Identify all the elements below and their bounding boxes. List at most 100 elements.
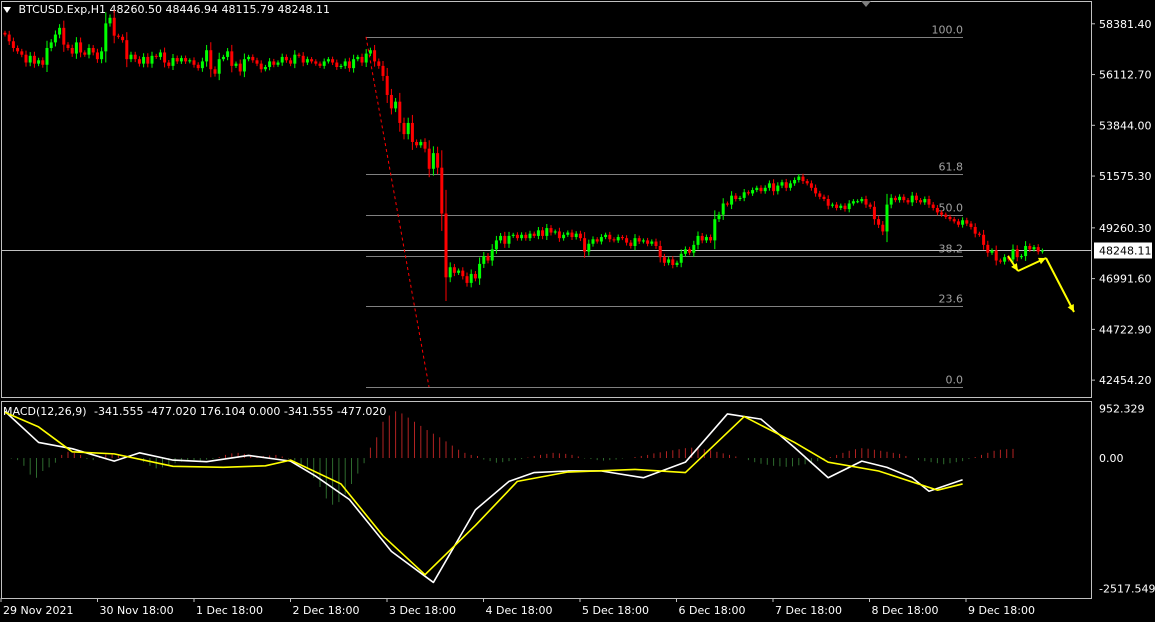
candle-body xyxy=(209,50,213,70)
candle-body xyxy=(637,238,641,242)
candle-body xyxy=(62,27,66,45)
candle-body xyxy=(583,238,587,252)
candle-body xyxy=(1003,257,1007,262)
candle-body xyxy=(268,61,272,67)
candle-body xyxy=(1028,245,1032,250)
current-price-label: 48248.11 xyxy=(1099,244,1152,257)
candle-body xyxy=(499,235,503,241)
candle-body xyxy=(154,55,158,57)
candle-body xyxy=(658,245,662,258)
candle-body xyxy=(41,60,45,65)
candle-body xyxy=(641,240,645,242)
candle-body xyxy=(289,60,293,64)
time-axis-label: 8 Dec 18:00 xyxy=(872,604,939,617)
candle-body xyxy=(91,47,95,53)
candle-body xyxy=(444,213,448,278)
candle-body xyxy=(809,183,813,188)
candle-body xyxy=(431,153,435,169)
time-axis-label: 2 Dec 18:00 xyxy=(293,604,360,617)
candle-body xyxy=(16,47,20,52)
candle-body xyxy=(704,237,708,241)
candle-body xyxy=(1011,249,1015,260)
price-axis-label: 56112.70 xyxy=(1099,69,1152,82)
candle-body xyxy=(1036,247,1040,252)
candle-body xyxy=(688,249,692,253)
candle-body xyxy=(574,233,578,238)
arrow-down-2-shaft xyxy=(1045,257,1075,313)
candle-body xyxy=(742,192,746,198)
candle-body xyxy=(184,58,188,62)
candle-body xyxy=(461,270,465,277)
candle-body xyxy=(864,199,868,205)
candle-body xyxy=(843,205,847,210)
candle-body xyxy=(746,192,750,194)
candle-body xyxy=(70,47,74,54)
macd-axis: 952.329 0.00 -2517.549 xyxy=(1099,403,1155,596)
candle-body xyxy=(226,51,230,57)
candle-body xyxy=(1019,256,1023,258)
candle-body xyxy=(28,55,32,63)
candle-body xyxy=(310,59,314,62)
candle-body xyxy=(851,201,855,204)
price-axis-label: 42454.20 xyxy=(1099,374,1152,387)
candle-body xyxy=(671,259,675,265)
candle-body xyxy=(511,234,515,236)
candle-body xyxy=(440,167,444,214)
candle-body xyxy=(961,220,965,225)
candle-body xyxy=(948,216,952,220)
candle-body xyxy=(633,238,637,246)
candle-body xyxy=(238,63,242,72)
candle-body xyxy=(167,62,171,66)
fib-level-label: 23.6 xyxy=(939,293,964,306)
candle-body xyxy=(410,122,414,142)
candle-body xyxy=(490,249,494,261)
trading-chart[interactable]: 100.061.850.038.223.60.0 58381.4056112.7… xyxy=(0,0,1155,622)
candle-body xyxy=(944,214,948,217)
candle-body xyxy=(868,204,872,207)
candle-body xyxy=(276,62,280,65)
candle-body xyxy=(234,63,238,66)
candle-body xyxy=(562,234,566,239)
candle-body xyxy=(427,148,431,169)
candle-body xyxy=(881,224,885,232)
candle-body xyxy=(394,101,398,109)
price-axis: 58381.40 56112.70 53844.00 51575.30 49260.30… xyxy=(1091,18,1152,387)
candle-body xyxy=(11,41,15,48)
candle-body xyxy=(541,230,545,236)
candle-body xyxy=(700,235,704,241)
candle-body xyxy=(545,228,549,236)
candle-body xyxy=(284,56,288,61)
macd-lines xyxy=(4,410,963,584)
candle-body xyxy=(898,196,902,201)
candle-body xyxy=(515,234,519,239)
candle-body xyxy=(818,193,822,197)
candle-body xyxy=(503,235,507,244)
candle-body xyxy=(956,221,960,225)
macd-main-line xyxy=(4,410,963,584)
candle-body xyxy=(385,75,389,95)
candle-body xyxy=(536,230,540,236)
candle-body xyxy=(532,233,536,236)
candle-body xyxy=(977,233,981,235)
candle-body xyxy=(679,253,683,263)
candle-body xyxy=(566,232,570,235)
candle-body xyxy=(914,195,918,201)
fib-level-label: 38.2 xyxy=(939,243,964,256)
candle-body xyxy=(58,27,62,35)
candle-body xyxy=(272,61,276,65)
candle-body xyxy=(389,94,393,109)
time-axis: 29 Nov 2021 30 Nov 18:00 1 Dec 18:00 2 Dec … xyxy=(0,598,1035,617)
candle-body xyxy=(738,197,742,199)
candle-body xyxy=(725,203,729,205)
candle-body xyxy=(910,195,914,203)
candle-body xyxy=(856,201,860,203)
candle-body xyxy=(763,187,767,192)
candle-body xyxy=(171,58,175,66)
candle-body xyxy=(734,195,738,199)
candle-body xyxy=(196,64,200,69)
fib-trend-line xyxy=(365,36,430,388)
candle-body xyxy=(486,256,490,261)
time-axis-label: 29 Nov 2021 xyxy=(3,604,73,617)
candle-body xyxy=(919,200,923,203)
price-axis-label: 53844.00 xyxy=(1099,119,1152,132)
